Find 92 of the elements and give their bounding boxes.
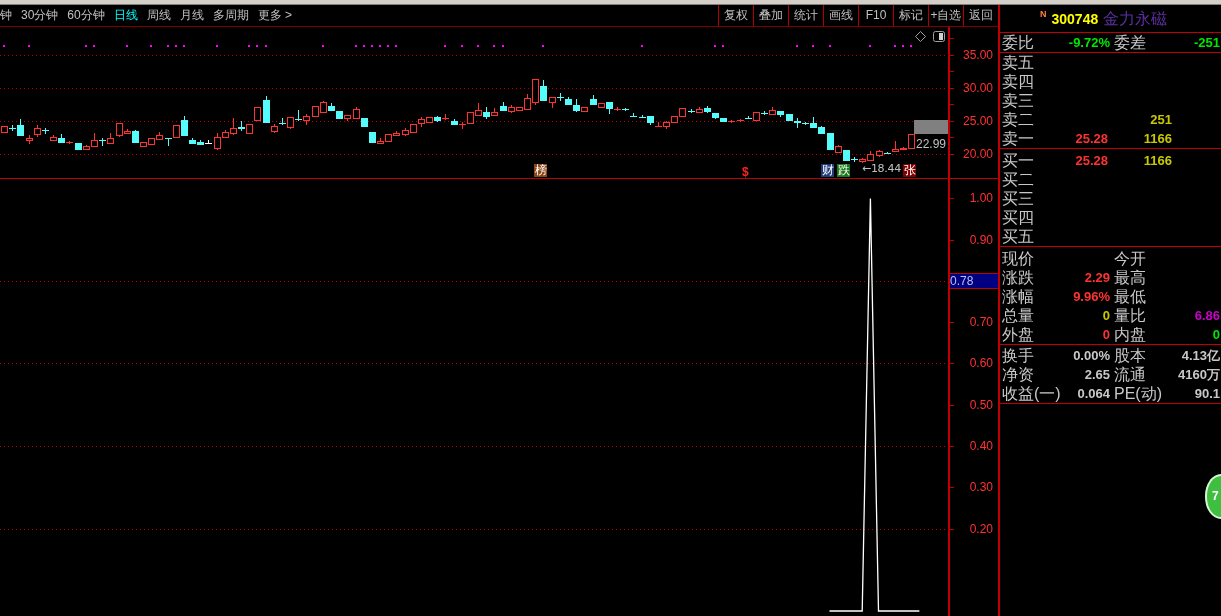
depth-volume: 1166 (1143, 130, 1172, 148)
quote-label: 收益(一) (1002, 384, 1061, 403)
indicator-axis-label: 0.70 (969, 315, 993, 329)
toolbar-button[interactable]: +自选 (928, 5, 963, 26)
depth-label: 买三 (1002, 189, 1035, 208)
quote-label: 流通 (1114, 365, 1146, 384)
quote-label: 最高 (1114, 268, 1146, 287)
depth-price: 25.28 (1075, 152, 1108, 170)
cursor-value-label: 0.78 (950, 273, 998, 289)
indicator-axis-label: 0.30 (969, 480, 993, 494)
depth-volume: 251 (1150, 111, 1172, 129)
toolbar-button[interactable]: F10 (858, 5, 893, 26)
panel-toggle-icon[interactable] (933, 31, 945, 42)
quote-label: 总量 (1002, 306, 1034, 325)
quote-value: 90.1 (1194, 385, 1220, 403)
depth-price: 25.28 (1075, 130, 1108, 148)
period-tab[interactable]: 日线 (113, 5, 138, 26)
quote-value: 9.96% (1073, 288, 1110, 306)
event-tag: 财 (821, 164, 834, 177)
price-axis-label: 30.00 (962, 81, 993, 95)
indicator-axis-label: 0.60 (969, 356, 993, 370)
quote-label: 最低 (1114, 287, 1146, 306)
period-tab[interactable]: 多周期 (212, 5, 249, 26)
candle (254, 106, 261, 121)
event-tag: 张 (903, 164, 916, 177)
indicator-axis-label: 0.50 (969, 398, 993, 412)
indicator-axis-label: 0.20 (969, 522, 993, 536)
depth-label: 买五 (1002, 227, 1035, 246)
depth-label: 卖四 (1002, 72, 1035, 91)
price-axis-label: 20.00 (962, 147, 993, 161)
depth-label: 卖一 (1002, 129, 1035, 148)
quote-label: 股本 (1114, 346, 1146, 365)
quote-value: 0 (1102, 326, 1110, 344)
quote-label: 净资 (1002, 365, 1034, 384)
event-tag: 跌 (837, 164, 850, 177)
quote-value: 4160万 (1178, 366, 1220, 384)
quote-label: 今开 (1114, 249, 1146, 268)
quote-label: 量比 (1114, 306, 1146, 325)
price-axis-label: 35.00 (962, 48, 993, 62)
low-price-label: ←18.44 (862, 163, 901, 174)
toolbar-button[interactable]: 画线 (823, 5, 858, 26)
diamond-icon[interactable] (915, 31, 926, 42)
quote-label: PE(动) (1114, 384, 1162, 403)
quote-label: 委差 (1114, 33, 1146, 52)
toolbar-button[interactable]: 返回 (963, 5, 998, 26)
toolbar-button[interactable]: 标记 (893, 5, 928, 26)
quote-label: 外盘 (1002, 325, 1034, 344)
price-band (914, 120, 948, 134)
period-tab[interactable]: 30分钟 (21, 5, 59, 26)
quote-label: 现价 (1002, 249, 1034, 268)
indicator-axis-label: 1.00 (969, 191, 993, 205)
indicator-axis-label: 0.90 (969, 233, 993, 247)
period-tab[interactable]: 更多 > (257, 5, 293, 26)
price-axis-label: 25.00 (962, 114, 993, 128)
depth-label: 买一 (1002, 151, 1035, 170)
quote-label: 委比 (1002, 33, 1034, 52)
period-tab[interactable]: 月线 (179, 5, 204, 26)
quote-value: 2.29 (1084, 269, 1110, 287)
depth-label: 卖三 (1002, 91, 1035, 110)
last-price-label: 22.99 (916, 138, 947, 150)
indicator-axis-label: 0.40 (969, 439, 993, 453)
depth-label: 卖二 (1002, 110, 1035, 129)
stock-name: 金力永磁 (1103, 9, 1168, 28)
quote-label: 涨幅 (1002, 287, 1034, 306)
quote-value: 4.13亿 (1181, 347, 1220, 365)
quote-value: 2.65 (1084, 366, 1110, 384)
period-tab[interactable]: 钟 (0, 5, 12, 26)
quote-value: 0.00% (1073, 347, 1110, 365)
quote-value: 0 (1102, 307, 1110, 325)
toolbar-button[interactable]: 复权 (718, 5, 753, 26)
symbol-marker: $ (742, 166, 749, 178)
quote-value: 0 (1212, 326, 1220, 344)
period-tab[interactable]: 60分钟 (67, 5, 105, 26)
quote-value: -251 (1193, 34, 1220, 52)
candle (294, 109, 303, 122)
candle (556, 92, 565, 102)
event-tag: 榜 (534, 164, 547, 177)
quote-label: 内盘 (1114, 325, 1146, 344)
toolbar-button[interactable]: 统计 (788, 5, 823, 26)
depth-label: 卖五 (1002, 53, 1035, 72)
stock-code: 300748 (1051, 9, 1099, 28)
quote-value: -9.72% (1068, 34, 1110, 52)
depth-label: 买四 (1002, 208, 1035, 227)
listing-status-label: N (1040, 10, 1047, 19)
quote-value: 6.86 (1194, 307, 1220, 325)
quote-label: 涨跌 (1002, 268, 1034, 287)
period-tab[interactable]: 周线 (146, 5, 171, 26)
toolbar-button[interactable]: 叠加 (753, 5, 788, 26)
depth-volume: 1166 (1143, 152, 1172, 170)
quote-value: 0.064 (1077, 385, 1110, 403)
depth-label: 买二 (1002, 170, 1035, 189)
quote-label: 换手 (1002, 346, 1034, 365)
